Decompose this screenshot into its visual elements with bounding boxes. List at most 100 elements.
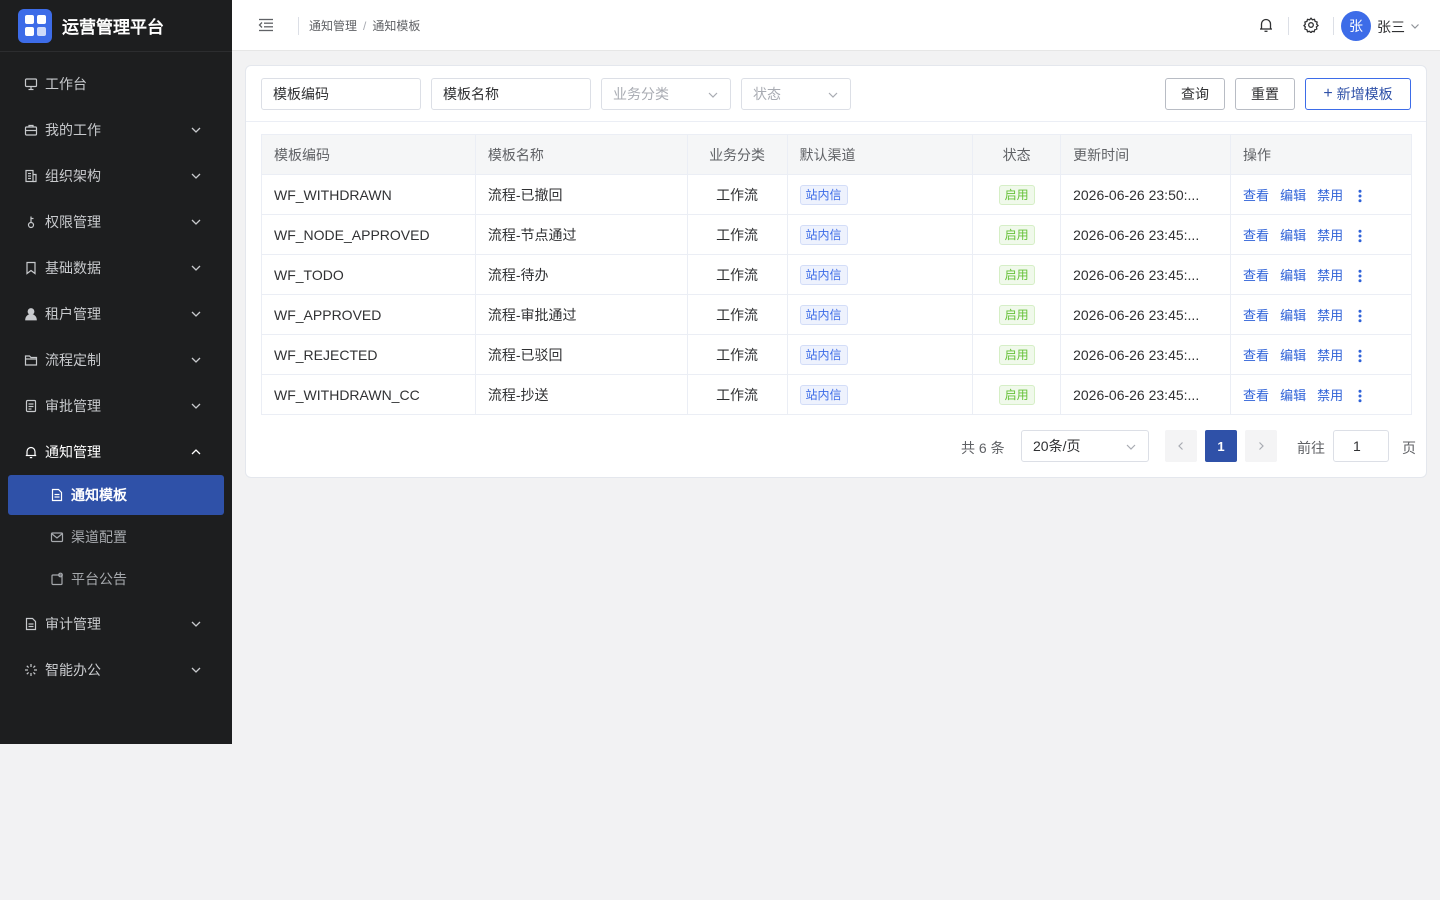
status-badge: 启用 xyxy=(998,304,1035,325)
sidebar-item-4[interactable]: 基础数据 xyxy=(0,245,232,291)
cell-name: 流程-节点通过 xyxy=(475,214,688,255)
sidebar-subitem-2[interactable]: 平台公告 xyxy=(8,559,224,599)
add-template-button[interactable]: + 新增模板 xyxy=(1305,78,1411,110)
category-select[interactable]: 业务分类 xyxy=(601,78,731,110)
reset-button[interactable]: 重置 xyxy=(1235,78,1295,110)
cell-code: WF_APPROVED xyxy=(261,294,476,335)
sidebar-item-label: 智能办公 xyxy=(45,662,101,678)
view-link[interactable]: 查看 xyxy=(1243,188,1269,203)
announcement-icon-wrap xyxy=(50,572,64,586)
more-vertical-icon[interactable] xyxy=(1354,269,1366,283)
more-vertical-icon[interactable] xyxy=(1354,349,1366,363)
cell-category: 工作流 xyxy=(687,374,788,415)
template-code-input[interactable]: 模板编码 xyxy=(261,78,421,110)
sidebar-item-8[interactable]: 通知管理 xyxy=(0,429,232,475)
document-icon-wrap xyxy=(50,488,64,502)
sidebar-item-2[interactable]: 组织架构 xyxy=(0,153,232,199)
avatar[interactable]: 张 xyxy=(1341,11,1371,41)
file-check-icon-wrap xyxy=(24,399,38,413)
top-header: 通知管理 / 通知模板 张 张三 xyxy=(232,0,1440,51)
page-size-select[interactable]: 20条/页 xyxy=(1021,430,1149,462)
cell-channel: 站内信 xyxy=(787,254,974,295)
sidebar-item-9[interactable]: 审计管理 xyxy=(0,601,232,647)
prev-page-button[interactable] xyxy=(1165,430,1197,462)
sidebar-item-label: 权限管理 xyxy=(45,214,101,230)
sidebar-item-label: 租户管理 xyxy=(45,306,101,322)
disable-link[interactable]: 禁用 xyxy=(1317,188,1343,203)
more-vertical-icon[interactable] xyxy=(1354,309,1366,323)
cell-actions: 查看 编辑 禁用 xyxy=(1230,294,1412,335)
chevron-down-icon xyxy=(191,403,201,409)
sidebar-subitem-1[interactable]: 渠道配置 xyxy=(8,517,224,557)
announcement-icon xyxy=(51,572,63,586)
more-vertical-icon[interactable] xyxy=(1354,389,1366,403)
view-link[interactable]: 查看 xyxy=(1243,348,1269,363)
edit-link[interactable]: 编辑 xyxy=(1280,308,1306,323)
status-select[interactable]: 状态 xyxy=(741,78,851,110)
user-name[interactable]: 张三 xyxy=(1377,17,1405,37)
sidebar-item-label: 工作台 xyxy=(45,76,87,92)
sidebar-item-1[interactable]: 我的工作 xyxy=(0,107,232,153)
sidebar-item-label: 流程定制 xyxy=(45,352,101,368)
bookmark-icon xyxy=(26,261,36,275)
sidebar-subitem-0[interactable]: 通知模板 xyxy=(8,475,224,515)
sparkle-icon-wrap xyxy=(24,663,38,677)
edit-link[interactable]: 编辑 xyxy=(1280,188,1306,203)
cell-actions: 查看 编辑 禁用 xyxy=(1230,374,1412,415)
template-table: 模板编码 模板名称 业务分类 默认渠道 状态 更新时间 操作 WF_WITHDR… xyxy=(261,134,1412,415)
cell-channel: 站内信 xyxy=(787,334,974,375)
edit-link[interactable]: 编辑 xyxy=(1280,388,1306,403)
sidebar-item-10[interactable]: 智能办公 xyxy=(0,647,232,693)
sidebar-item-7[interactable]: 审批管理 xyxy=(0,383,232,429)
bell-icon[interactable] xyxy=(1258,17,1274,33)
sidebar-item-3[interactable]: 权限管理 xyxy=(0,199,232,245)
filter-bar: 模板编码 模板名称 业务分类 状态 查询 重置 + 新增模板 xyxy=(246,66,1426,122)
header-divider xyxy=(1333,17,1334,35)
view-link[interactable]: 查看 xyxy=(1243,268,1269,283)
sidebar-item-label: 审计管理 xyxy=(45,616,101,632)
user-icon xyxy=(25,308,37,321)
disable-link[interactable]: 禁用 xyxy=(1317,348,1343,363)
view-link[interactable]: 查看 xyxy=(1243,388,1269,403)
breadcrumb-item-notify[interactable]: 通知管理 xyxy=(309,17,357,34)
pagination-total: 共 6 条 xyxy=(961,440,1005,456)
sidebar-item-0[interactable]: 工作台 xyxy=(0,61,232,107)
mail-icon xyxy=(50,532,64,543)
breadcrumb-item-template: 通知模板 xyxy=(372,19,421,33)
page-number-button[interactable]: 1 xyxy=(1205,430,1237,462)
column-header-name: 模板名称 xyxy=(475,134,688,175)
table-row: WF_WITHDRAWN_CC 流程-抄送 工作流 站内信 启用 2026-06-26 2… xyxy=(261,374,1412,415)
collapse-menu-icon[interactable] xyxy=(258,18,274,32)
edit-link[interactable]: 编辑 xyxy=(1280,268,1306,283)
disable-link[interactable]: 禁用 xyxy=(1317,228,1343,243)
header-divider xyxy=(298,17,299,35)
dashboard-icon-wrap xyxy=(24,77,38,91)
disable-link[interactable]: 禁用 xyxy=(1317,388,1343,403)
key-icon xyxy=(27,216,35,229)
edit-link[interactable]: 编辑 xyxy=(1280,348,1306,363)
cell-code: WF_TODO xyxy=(261,254,476,295)
query-button[interactable]: 查询 xyxy=(1165,78,1225,110)
cell-category: 工作流 xyxy=(687,174,788,215)
more-vertical-icon[interactable] xyxy=(1354,229,1366,243)
disable-link[interactable]: 禁用 xyxy=(1317,268,1343,283)
next-page-button[interactable] xyxy=(1245,430,1277,462)
view-link[interactable]: 查看 xyxy=(1243,308,1269,323)
gear-icon[interactable] xyxy=(1303,17,1319,33)
disable-link[interactable]: 禁用 xyxy=(1317,308,1343,323)
edit-link[interactable]: 编辑 xyxy=(1280,228,1306,243)
goto-page-input[interactable]: 1 xyxy=(1333,430,1389,462)
sidebar-item-6[interactable]: 流程定制 xyxy=(0,337,232,383)
view-link[interactable]: 查看 xyxy=(1243,228,1269,243)
more-vertical-icon[interactable] xyxy=(1354,189,1366,203)
cell-code: WF_WITHDRAWN xyxy=(261,174,476,215)
sidebar: 运营管理平台 工作台 我的工作 组织架构 权限管理 基础数据 租户管理 流程定制 审批管理 通知… xyxy=(0,0,232,744)
chevron-down-icon xyxy=(708,92,718,98)
chevron-down-icon[interactable] xyxy=(1410,21,1420,31)
sidebar-item-5[interactable]: 租户管理 xyxy=(0,291,232,337)
cell-updated: 2026-06-26 23:50:... xyxy=(1060,174,1232,215)
breadcrumb-separator: / xyxy=(363,18,367,33)
template-name-input[interactable]: 模板名称 xyxy=(431,78,591,110)
cell-channel: 站内信 xyxy=(787,374,974,415)
document-icon xyxy=(51,488,63,502)
